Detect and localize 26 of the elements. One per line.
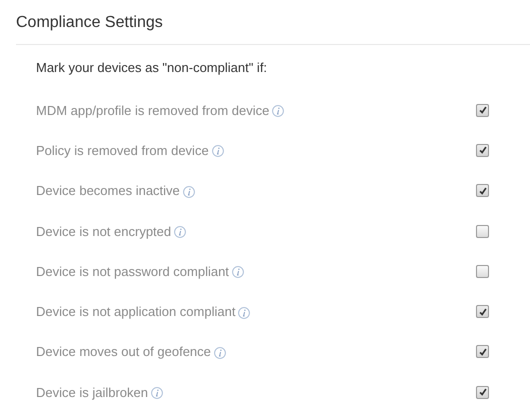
option-label: Policy is removed from device (36, 142, 209, 158)
option-label: Device is not application compliant (36, 304, 236, 320)
checkbox[interactable] (476, 184, 489, 198)
option-label: Device becomes inactive (36, 183, 180, 198)
checkbox[interactable] (476, 144, 489, 157)
checkbox[interactable] (476, 264, 489, 278)
intro-text: Mark your devices as "non-compliant" if: (36, 59, 268, 77)
checkbox[interactable] (476, 104, 489, 117)
option-label: Device is not password compliant (36, 264, 229, 279)
checkbox[interactable] (476, 224, 489, 238)
info-icon[interactable] (212, 145, 224, 158)
section-title: Compliance Settings (16, 14, 164, 32)
info-icon[interactable] (214, 346, 226, 359)
checkbox[interactable] (476, 305, 489, 318)
info-icon[interactable] (151, 387, 163, 400)
option-label: MDM app/profile is removed from device (36, 102, 270, 118)
checkbox[interactable] (476, 386, 489, 399)
info-icon[interactable] (182, 186, 195, 198)
info-icon[interactable] (238, 306, 250, 319)
info-icon[interactable] (232, 266, 244, 278)
option-label: Device is jailbroken (36, 384, 148, 400)
checkbox[interactable] (476, 345, 489, 358)
option-label: Device is not encrypted (36, 224, 172, 239)
info-icon[interactable] (174, 226, 186, 238)
option-label: Device moves out of geofence (36, 344, 211, 360)
info-icon[interactable] (272, 105, 284, 118)
